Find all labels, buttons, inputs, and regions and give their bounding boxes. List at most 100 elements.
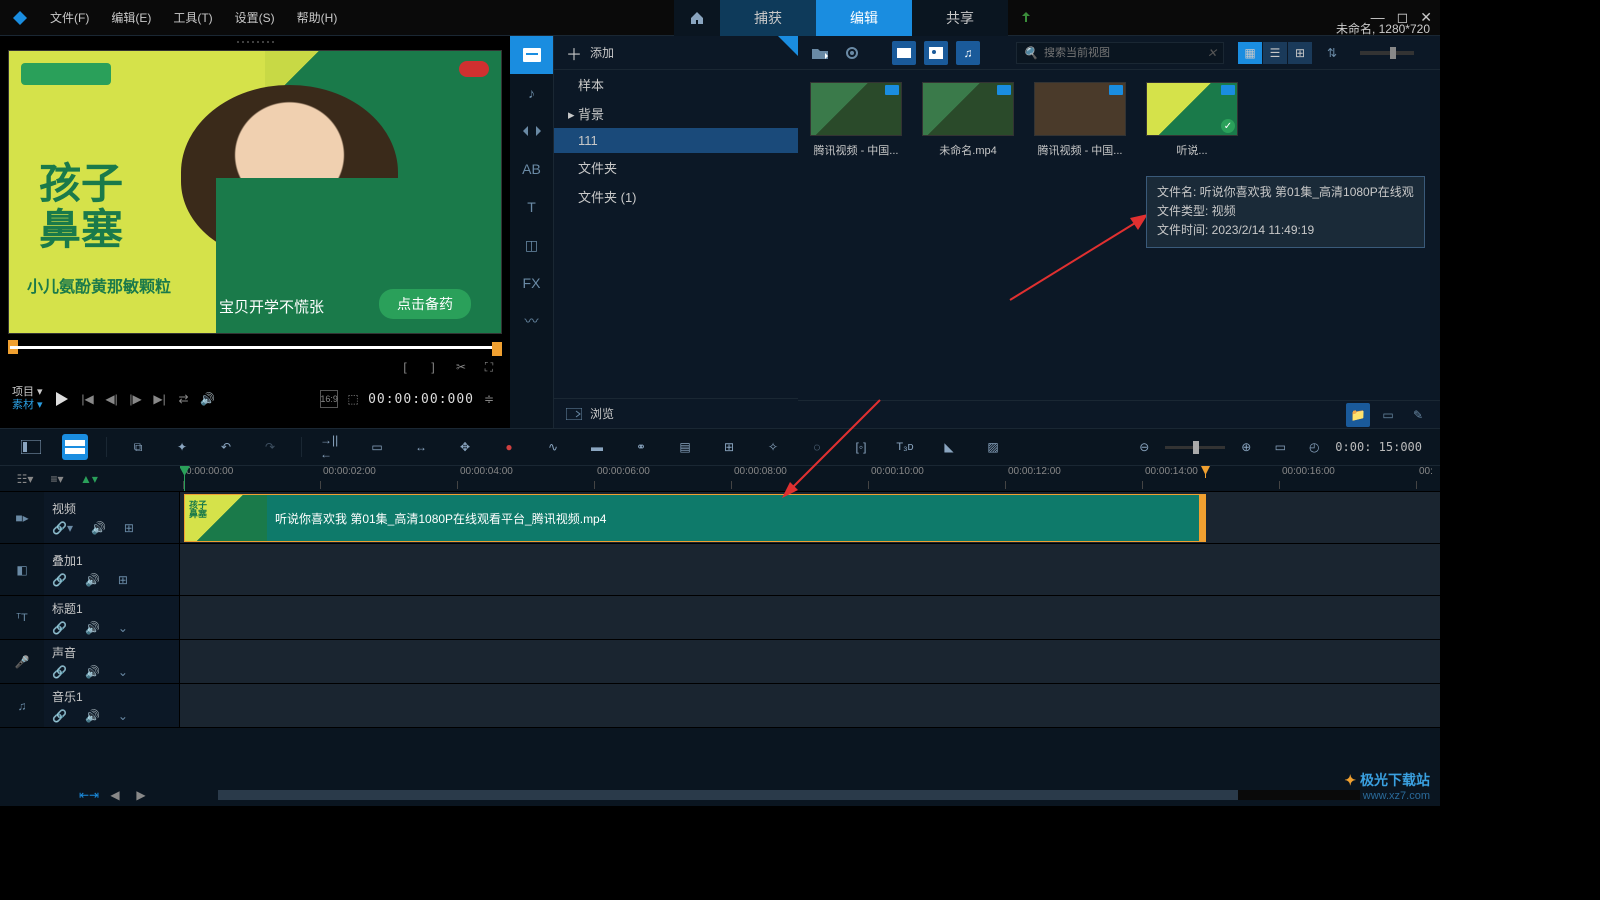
expand-icon[interactable]: ⛶ xyxy=(480,358,498,376)
link-icon[interactable]: 🔗▾ xyxy=(52,521,73,535)
link-icon[interactable]: 🔗 xyxy=(52,709,67,723)
project-mode-label[interactable]: 项目 ▾ xyxy=(12,386,43,399)
filter-audio-icon[interactable]: ♫ xyxy=(956,41,980,65)
fit-icon[interactable]: ⬚ xyxy=(344,390,362,408)
chevron-icon[interactable]: ⌄ xyxy=(118,709,128,723)
aspect-ratio-badge[interactable]: 16:9 xyxy=(320,390,338,408)
media-thumb[interactable]: 腾讯视频 - 中国... xyxy=(1034,82,1126,158)
loop-icon[interactable]: ⇄ xyxy=(175,390,193,408)
chain-icon[interactable]: ⚭ xyxy=(628,434,654,460)
storyboard-view-icon[interactable] xyxy=(18,434,44,460)
track-options-icon[interactable]: ☷▾ xyxy=(16,470,34,488)
mute-icon[interactable]: 🔊 xyxy=(85,665,100,679)
tree-item-background[interactable]: ▸背景 xyxy=(554,99,798,128)
stabilize-icon[interactable]: [◦] xyxy=(848,434,874,460)
color-icon[interactable]: ▨ xyxy=(980,434,1006,460)
tab-edit[interactable]: 编辑 xyxy=(816,0,912,36)
h-scrollbar[interactable] xyxy=(218,790,1360,800)
options-icon[interactable]: ▭ xyxy=(1376,403,1400,427)
redo-icon[interactable]: ↷ xyxy=(257,434,283,460)
menu-edit[interactable]: 编辑(E) xyxy=(101,5,161,30)
pan-icon[interactable]: ✥ xyxy=(452,434,478,460)
add-folder-button[interactable]: ＋添加 xyxy=(554,36,798,70)
tab-share[interactable]: 共享 xyxy=(912,0,1008,36)
browse-button[interactable]: 浏览 xyxy=(554,398,798,428)
3d-title-icon[interactable]: T₃ᴅ xyxy=(892,434,918,460)
zoom-in-icon[interactable]: ⊕ xyxy=(1233,434,1259,460)
step-back-icon[interactable]: ◀| xyxy=(103,390,121,408)
search-box[interactable]: 🔍 ✕ xyxy=(1016,42,1224,64)
corner-fold-icon[interactable] xyxy=(778,36,798,56)
thumb-size-slider[interactable] xyxy=(1360,51,1414,55)
chevron-icon[interactable]: ⌄ xyxy=(118,665,128,679)
track-lane[interactable] xyxy=(180,640,1440,683)
tools-icon[interactable]: ✦ xyxy=(169,434,195,460)
tree-item-sample[interactable]: 样本 xyxy=(554,70,798,99)
play-button[interactable] xyxy=(49,387,73,411)
subtitle-icon[interactable]: ▬ xyxy=(584,434,610,460)
track-motion-icon[interactable]: ◌ xyxy=(804,434,830,460)
filter-image-icon[interactable] xyxy=(924,41,948,65)
libtab-text-icon[interactable]: T xyxy=(510,188,553,226)
media-thumb[interactable]: ✓ 听说... xyxy=(1146,82,1238,158)
mute-icon[interactable]: 🔊 xyxy=(91,521,106,535)
timecode-display[interactable]: 00:00:00:000 xyxy=(368,392,474,407)
menu-help[interactable]: 帮助(H) xyxy=(287,5,348,30)
title-track-icon[interactable]: ᵀT xyxy=(0,596,44,639)
playhead[interactable] xyxy=(184,466,185,491)
sort-icon[interactable]: ⇅ xyxy=(1320,41,1344,65)
voice-track-icon[interactable]: 🎤 xyxy=(0,640,44,683)
libtab-graphics-icon[interactable]: ◫ xyxy=(510,226,553,264)
stretch-icon[interactable]: ↔ xyxy=(408,434,434,460)
tab-capture[interactable]: 捕获 xyxy=(720,0,816,36)
multitrack-icon[interactable]: ⊞ xyxy=(716,434,742,460)
bracket-out-icon[interactable]: ] xyxy=(424,358,442,376)
chapter-icon[interactable]: ▤ xyxy=(672,434,698,460)
drag-handle[interactable] xyxy=(0,36,510,46)
trim-icon[interactable]: →||← xyxy=(320,434,346,460)
mask-icon[interactable]: ◣ xyxy=(936,434,962,460)
zoom-slider[interactable] xyxy=(1165,446,1225,449)
link-icon[interactable]: 🔗 xyxy=(52,621,67,635)
mark-out-icon[interactable] xyxy=(492,342,502,356)
audio-mix-icon[interactable]: ∿ xyxy=(540,434,566,460)
tree-item-111[interactable]: 111 xyxy=(554,128,798,153)
fit-timeline-icon[interactable]: ▭ xyxy=(1267,434,1293,460)
libtab-media-icon[interactable] xyxy=(510,36,553,74)
end-marker[interactable] xyxy=(1205,466,1206,478)
clear-search-icon[interactable]: ✕ xyxy=(1207,46,1217,60)
scrub-bar[interactable] xyxy=(10,340,500,354)
track-add-icon[interactable]: ≡▾ xyxy=(48,470,66,488)
view-large-icon[interactable]: ▦ xyxy=(1238,42,1262,64)
scissors-icon[interactable]: ✂ xyxy=(452,358,470,376)
timeline-view-icon[interactable] xyxy=(62,434,88,460)
track-lane[interactable]: 孩子鼻塞 听说你喜欢我 第01集_高清1080P在线观看平台_腾讯视频.mp4 xyxy=(180,492,1440,543)
track-lane[interactable] xyxy=(180,544,1440,595)
zoom-out-icon[interactable]: ⊖ xyxy=(1131,434,1157,460)
libtab-path-icon[interactable]: 〰 xyxy=(510,302,553,340)
libtab-title-icon[interactable]: AB xyxy=(510,150,553,188)
tree-item-folder1[interactable]: 文件夹 (1) xyxy=(554,182,798,211)
tab-home[interactable] xyxy=(674,0,720,36)
import-icon[interactable] xyxy=(808,41,832,65)
track-lane[interactable] xyxy=(180,596,1440,639)
mute-icon[interactable]: 🔊 xyxy=(85,621,100,635)
record-icon[interactable]: ● xyxy=(496,434,522,460)
undo-icon[interactable]: ↶ xyxy=(213,434,239,460)
libtab-transition-icon[interactable] xyxy=(510,112,553,150)
menu-file[interactable]: 文件(F) xyxy=(40,5,99,30)
filter-video-icon[interactable] xyxy=(892,41,916,65)
go-end-icon[interactable]: ▶| xyxy=(151,390,169,408)
scroll-left-icon[interactable]: ◀ xyxy=(106,786,124,804)
crop-frame-icon[interactable]: ▭ xyxy=(364,434,390,460)
step-fwd-icon[interactable]: |▶ xyxy=(127,390,145,408)
tree-item-folder[interactable]: 文件夹 xyxy=(554,153,798,182)
scroll-right-icon[interactable]: ▶ xyxy=(132,786,150,804)
link-icon[interactable]: 🔗 xyxy=(52,665,67,679)
go-start-icon[interactable]: |◀ xyxy=(79,390,97,408)
grid-icon[interactable]: ⊞ xyxy=(118,573,128,587)
libtab-audio-icon[interactable]: ♪ xyxy=(510,74,553,112)
music-track-icon[interactable]: ♫ xyxy=(0,684,44,727)
copy-icon[interactable]: ⧉ xyxy=(125,434,151,460)
motion-icon[interactable]: ✧ xyxy=(760,434,786,460)
